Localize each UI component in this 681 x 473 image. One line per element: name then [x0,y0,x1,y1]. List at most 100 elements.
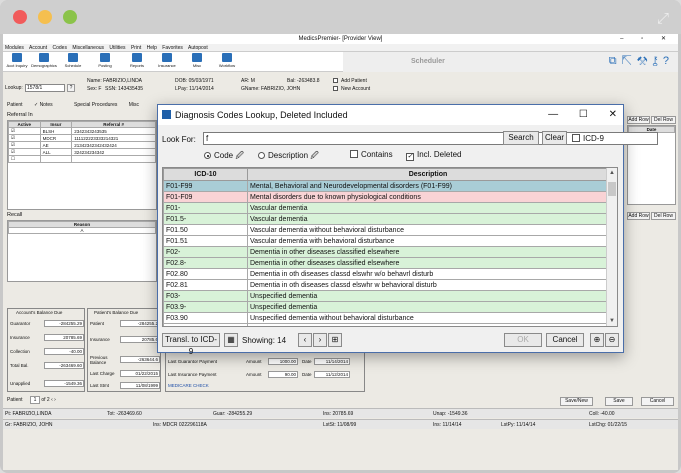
window-frame: ⤢ MedicsPremier- [Provider View] – ▫ ✕ M… [0,0,681,473]
pager-next-button[interactable]: › [54,397,56,403]
patient-header: Lookup: 1578/1 ? Name: FABRIZIO,LINDA Se… [3,73,678,99]
next-page-button[interactable]: › [313,333,327,347]
table-row[interactable]: F01.51 Vascular dementia with behavioral … [163,235,609,247]
expand-icon[interactable]: ⤢ [657,10,669,27]
toolbar-schedule[interactable]: Schedule [59,53,87,68]
add-patient-check[interactable]: Add Patient [333,78,367,84]
table-row[interactable]: ☑ ALL 324234234342 [8,148,156,156]
scroll-thumb[interactable] [608,182,616,196]
icd9-checkbox[interactable]: ICD-9 [572,134,604,143]
medicare-check-link[interactable]: MEDICARE CHECK [168,383,209,388]
description-radio[interactable]: Description 🖉 [258,150,319,164]
toolbar-reports[interactable]: Reports [123,53,151,68]
scroll-down-icon[interactable]: ▼ [609,318,615,324]
table-row[interactable]: F03- Unspecified dementia [163,290,609,302]
table-row[interactable]: F01- Vascular dementia [163,202,609,214]
toolbar-posting[interactable]: Posting [91,53,119,68]
col-description[interactable]: Description [247,168,609,181]
minimize-dot[interactable] [38,10,52,24]
menu-modules[interactable]: Modules [5,45,24,51]
key-icon[interactable]: ⚷ [652,55,662,67]
contains-checkbox[interactable]: Contains [350,150,393,159]
prev-page-button[interactable]: ‹ [298,333,312,347]
menu-autopost[interactable]: Autopost [188,45,208,51]
calendar-icon[interactable]: ▦ [224,333,238,347]
maximize-dot[interactable] [63,10,77,24]
lookup-help-button[interactable]: ? [67,84,75,92]
menu-help[interactable]: Help [147,45,157,51]
help-icon[interactable]: ? [663,55,674,67]
menu-print[interactable]: Print [131,45,141,51]
toolbar-misc[interactable]: Misc [183,53,211,68]
save-new-button[interactable]: Save/New [560,397,593,406]
add-row-button[interactable]: Add Row [627,116,650,124]
table-row[interactable]: F02.8- Dementia in other diseases classif… [163,257,609,269]
clear-button[interactable]: Clear [542,131,567,145]
table-row[interactable]: A [8,227,156,234]
incl-deleted-checkbox[interactable]: ✓ Incl. Deleted [406,150,461,161]
workflow-icon [222,53,232,62]
tab-notes[interactable]: ✓ Notes [34,102,63,108]
window-icon[interactable]: ⧉ [609,55,622,67]
guarantor-payment-amount: 1000.00 [268,358,298,365]
maximize-icon[interactable]: ☐ [579,109,588,120]
toolbar-demographics[interactable]: Demographics [30,53,58,68]
icd10-code-cell: F03.91 [163,323,248,326]
search-button[interactable]: Search [503,131,539,145]
export-icon[interactable]: ⇱ [622,55,637,67]
tab-special-procedures[interactable]: Special Procedures [74,102,117,108]
table-row[interactable]: F02.80 Dementia in oth diseases classd el… [163,268,609,280]
insurance-icon [162,53,172,62]
table-row[interactable]: F01.50 Vascular dementia without behavior… [163,224,609,236]
close-icon[interactable]: ✕ [609,109,617,120]
lookup-input[interactable]: 1578/1 [25,84,65,92]
save-button[interactable]: Save [605,397,633,406]
menu-favorites[interactable]: Favorites [162,45,183,51]
table-row[interactable]: ☑ MDCR 111122223333214321 [8,134,156,142]
menu-miscellaneous[interactable]: Miscellaneous [72,45,104,51]
table-row[interactable]: F03.91Unspecified dementia with behavior… [163,323,609,326]
scroll-up-icon[interactable]: ▲ [609,170,615,176]
del-row-button[interactable]: Del Row [651,116,676,124]
table-row[interactable]: F03.90 Unspecified dementia without behav… [163,312,609,324]
tab-misc[interactable]: Misc [129,102,139,108]
tools-icon[interactable]: ⚒ [637,55,653,67]
zoom-in-icon[interactable]: ⊕ [590,333,604,347]
vertical-scrollbar[interactable]: ▲ ▼ [606,168,617,326]
col-icd10[interactable]: ICD-10 [163,168,248,181]
cancel-button[interactable]: Cancel [641,397,674,406]
code-radio[interactable]: Code 🖉 [204,150,244,164]
table-row[interactable]: ☑ BLSH 2342343243535 [8,127,156,135]
table-row[interactable]: F02.81 Dementia in oth diseases classd el… [163,279,609,291]
table-row[interactable]: ☐ [8,155,156,163]
del-row-button-2[interactable]: Del Row [651,212,676,220]
add-row-button-2[interactable]: Add Row [627,212,650,220]
close-dot[interactable] [13,10,27,24]
cancel-dialog-button[interactable]: Cancel [546,333,584,347]
zoom-out-icon[interactable]: ⊖ [605,333,619,347]
table-row[interactable]: F02- Dementia in other diseases classifie… [163,246,609,258]
table-row[interactable]: F01.5- Vascular dementia [163,213,609,225]
toolbar-workflow[interactable]: Workflow [213,53,241,68]
menu-codes[interactable]: Codes [53,45,67,51]
add-page-button[interactable]: ⊞ [328,333,342,347]
patient-insurance-balance: 20785.6 [120,336,160,343]
new-account-check[interactable]: New Account [333,86,370,92]
mac-titlebar: ⤢ [0,0,681,34]
pager-prev-button[interactable]: ‹ [51,397,53,403]
menu-account[interactable]: Account [29,45,47,51]
menu-utilities[interactable]: Utilities [109,45,125,51]
pager-current[interactable]: 1 [29,396,40,404]
table-row[interactable]: F01-F09 Mental disorders due to known phy… [163,191,609,203]
dialog-titlebar: Diagnosis Codes Lookup, Deleted Included… [158,105,623,125]
table-row[interactable]: F01-F99 Mental, Behavioral and Neurodevel… [163,180,609,192]
window-controls[interactable]: – ▫ ✕ [620,34,674,44]
transl-icd9-button[interactable]: Transl. to ICD-9 [162,333,220,356]
ok-button[interactable]: OK [504,333,542,347]
toolbar-insurance[interactable]: Insurance [153,53,181,68]
table-row[interactable]: F03.9- Unspecified dementia [163,301,609,313]
table-row[interactable]: ☑ AE 21342342342432424 [8,141,156,149]
minimize-icon[interactable]: — [548,109,558,120]
tab-patient[interactable]: Patient [7,102,23,108]
toolbar-acct-inquiry[interactable]: Acct Inquiry [3,53,31,68]
